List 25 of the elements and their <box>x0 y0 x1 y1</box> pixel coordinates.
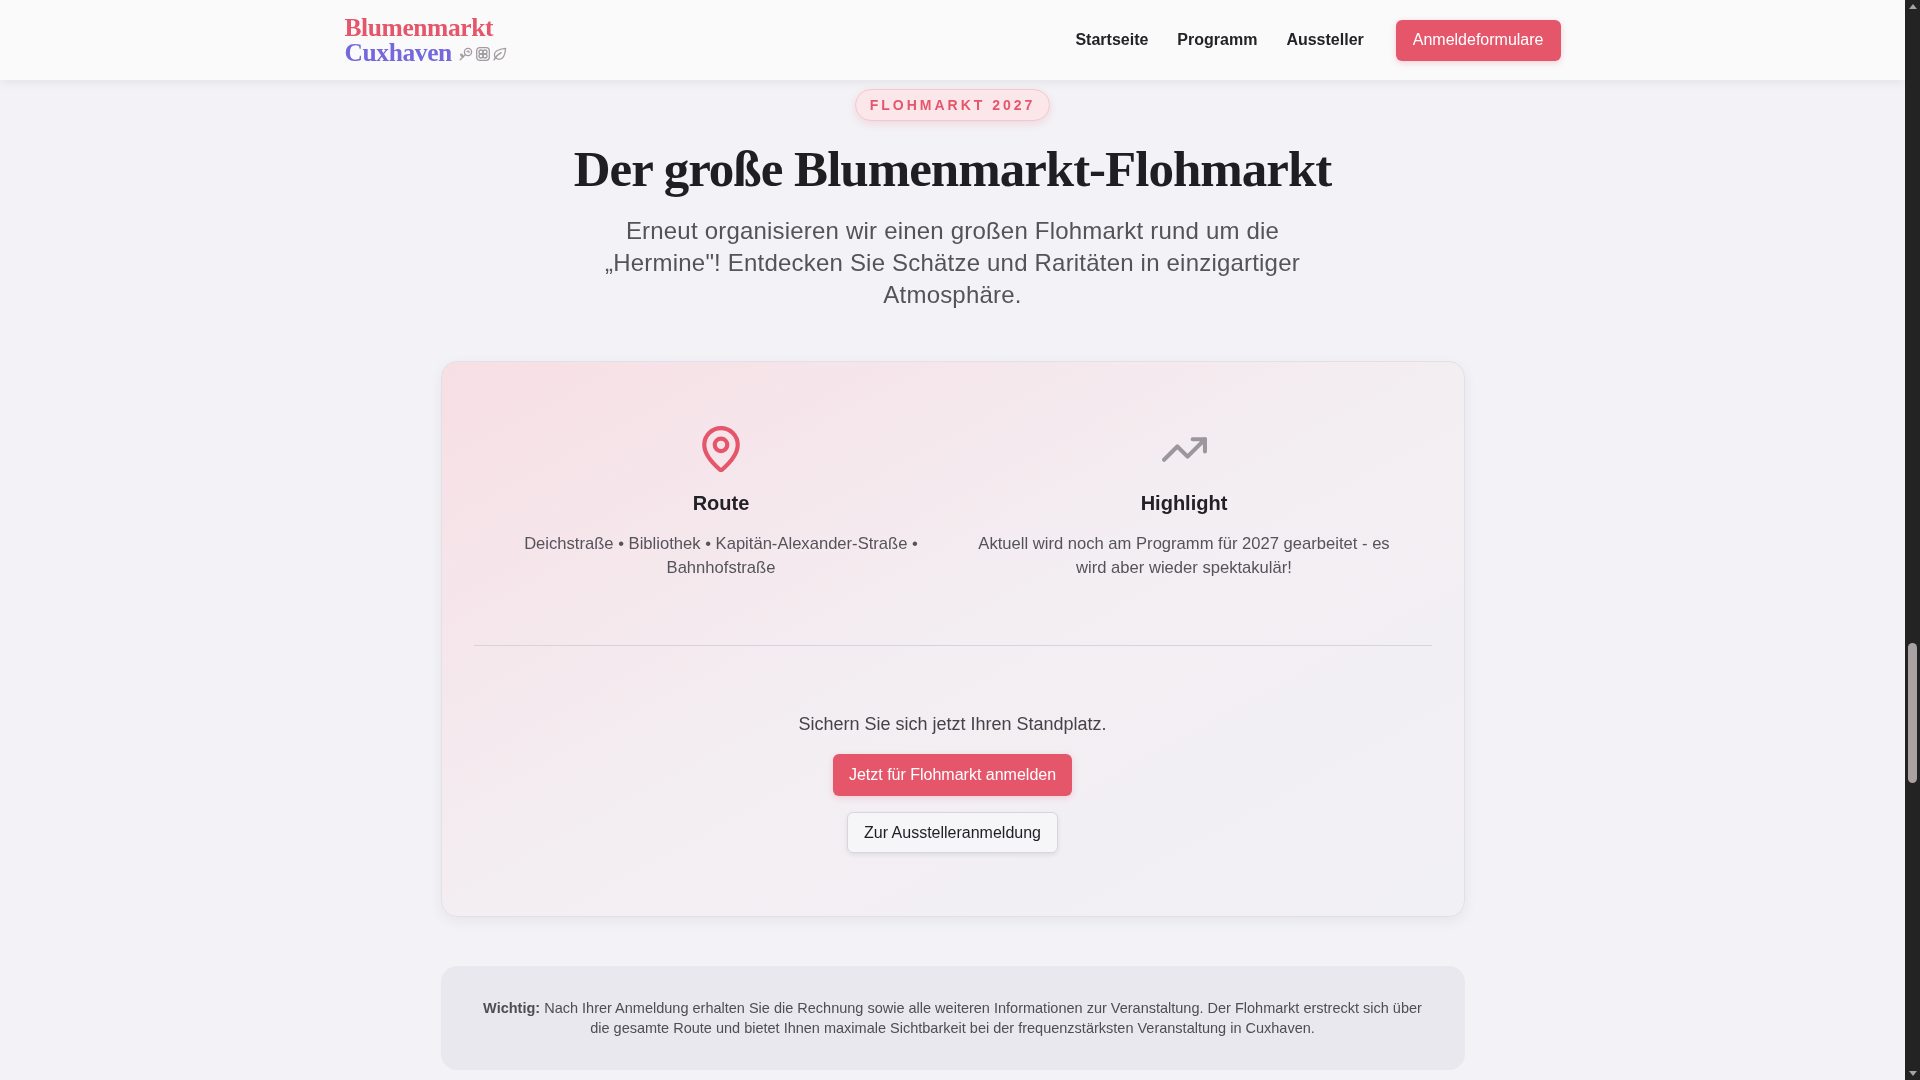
trend-up-icon <box>1161 436 1207 462</box>
forms-button[interactable]: Anmeldeformulare <box>1395 19 1561 61</box>
cta-prompt: Sichern Sie sich jetzt Ihren Standplatz. <box>798 713 1107 736</box>
outline-button[interactable]: Zur Ausstelleranmeldung <box>847 812 1058 853</box>
page-intro: Erneut organisieren wir einen großen Flohmarkt rund um die „Hermine"! Entdecken Sie Schätze und Raritäten in einzigartiger Atmosphäre. <box>604 216 1301 310</box>
scrollbar[interactable] <box>1905 0 1920 1080</box>
leaf-icon <box>492 47 507 61</box>
nav-link[interactable]: Startseite <box>1075 28 1149 52</box>
scroll-down-icon[interactable] <box>1908 1071 1917 1076</box>
feature-title: Highlight <box>1140 491 1228 516</box>
map-pin-icon <box>702 426 740 472</box>
page-title: Der große Blumenmarkt-Flohmarkt <box>573 141 1332 197</box>
notice-text: Wichtig: Nach Ihrer Anmeldung erhalten Sie die Rechnung sowie alle weiteren Informationen zur Veranstaltung. Der Flohmarkt erstreckt sich über die gesamte Route und bietet Ihnen maximale Sichtbarkeit bei der frequenzstärksten Veranstaltung in Cuxhaven. <box>482 999 1423 1038</box>
flower-icon <box>458 47 473 61</box>
nav-link[interactable]: Programm <box>1177 28 1258 52</box>
feature-text: Deichstraße • Bibliothek • Kapitän-Alexander-Straße • Bahnhofstraße <box>523 533 919 579</box>
feature-title: Route <box>692 491 750 516</box>
feature-text: Aktuell wird noch am Programm für 2027 gearbeitet - es wird aber wieder spektakulär! <box>977 533 1391 579</box>
section-badge: FLOHMARKT 2027 <box>854 89 1051 121</box>
nav-link[interactable]: Aussteller <box>1286 28 1364 52</box>
petals-icon <box>475 47 490 61</box>
scrollbar-thumb[interactable] <box>1908 643 1917 783</box>
scroll-up-icon[interactable] <box>1908 4 1917 9</box>
signup-button[interactable]: Jetzt für Flohmarkt anmelden <box>832 754 1073 796</box>
logo-link[interactable]: Blumenmarkt Cuxhaven <box>344 15 507 65</box>
